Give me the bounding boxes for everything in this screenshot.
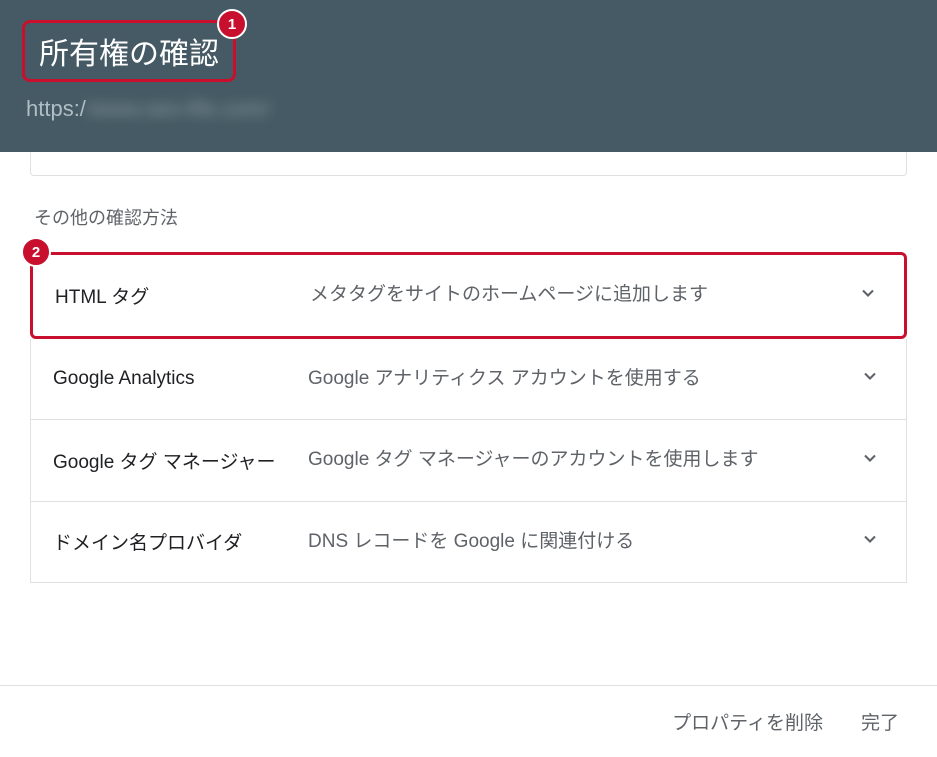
option-description: Google タグ マネージャーのアカウントを使用します — [308, 446, 860, 475]
verification-option[interactable]: Google AnalyticsGoogle アナリティクス アカウントを使用す… — [30, 339, 907, 421]
chevron-down-icon — [860, 366, 884, 391]
verification-options: HTML タグメタタグをサイトのホームページに追加します2Google Anal… — [30, 252, 907, 583]
option-description: DNS レコードを Google に関連付ける — [308, 528, 860, 557]
annotation-badge-2: 2 — [21, 237, 51, 267]
option-title: Google Analytics — [53, 368, 308, 390]
top-panel-edge — [30, 151, 907, 176]
option-title: Google タグ マネージャー — [53, 447, 308, 474]
verification-option[interactable]: ドメイン名プロバイダDNS レコードを Google に関連付ける — [30, 502, 907, 584]
url-blurred: /www.seo-life.com/ — [86, 96, 269, 121]
chevron-down-icon — [858, 283, 882, 308]
content: その他の確認方法 HTML タグメタタグをサイトのホームページに追加します2Go… — [0, 151, 937, 583]
done-button[interactable]: 完了 — [861, 708, 899, 735]
chevron-down-icon — [860, 448, 884, 473]
header: 所有権の確認 1 https://www.seo-life.com/ — [0, 0, 937, 152]
option-description: メタタグをサイトのホームページに追加します — [310, 281, 858, 310]
page-title: 所有権の確認 — [39, 38, 219, 71]
verification-option[interactable]: Google タグ マネージャーGoogle タグ マネージャーのアカウントを使… — [30, 420, 907, 502]
footer: プロパティを削除 完了 — [0, 685, 937, 757]
annotation-badge-1: 1 — [217, 9, 247, 39]
option-title: HTML タグ — [55, 282, 310, 309]
option-title: ドメイン名プロバイダ — [53, 528, 308, 555]
option-description: Google アナリティクス アカウントを使用する — [308, 365, 860, 394]
delete-property-button[interactable]: プロパティを削除 — [672, 708, 823, 735]
section-label: その他の確認方法 — [34, 204, 907, 230]
url-prefix: https:/ — [26, 96, 86, 121]
chevron-down-icon — [860, 529, 884, 554]
verification-option[interactable]: HTML タグメタタグをサイトのホームページに追加します2 — [30, 252, 907, 339]
title-highlight-box: 所有権の確認 1 — [22, 20, 236, 82]
url-subtitle: https://www.seo-life.com/ — [26, 96, 907, 122]
